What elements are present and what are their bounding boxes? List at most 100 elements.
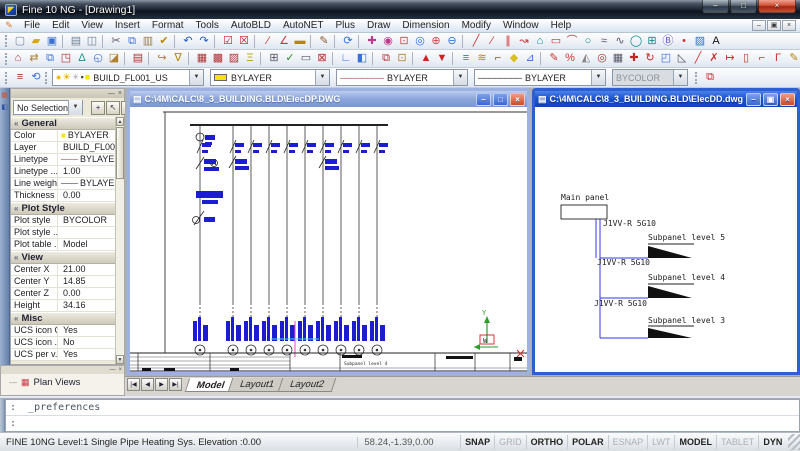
property-row[interactable]: Line weight───BYLAYER (11, 178, 115, 190)
print-icon[interactable]: ▤ (68, 34, 84, 49)
building-definition-icon[interactable]: ⌂ (10, 51, 26, 66)
revcloud-tool-icon[interactable]: ≈ (596, 34, 612, 49)
cell-edit-icon[interactable]: ⊠ (314, 51, 330, 66)
rectangle-tool-icon[interactable]: ▭ (548, 34, 564, 49)
paste-icon[interactable]: ▥ (140, 34, 156, 49)
mirror-icon[interactable]: ◭ (578, 51, 594, 66)
layer-lock-icon[interactable]: ▪ (81, 70, 84, 85)
palette-tab-icon[interactable]: ◧ (1, 103, 8, 111)
toolbar-grip[interactable] (5, 53, 7, 65)
section-misc[interactable]: «Misc (11, 312, 115, 325)
tab-next-button[interactable]: ▶ (155, 378, 168, 391)
check-icon[interactable]: ✓ (282, 51, 298, 66)
scroll-up-icon[interactable]: ▲ (116, 117, 124, 126)
window-tool-icon[interactable]: ◪ (106, 51, 122, 66)
chevron-down-icon[interactable]: ▼ (315, 70, 329, 85)
status-toggle[interactable]: GRID (494, 435, 526, 449)
drawing-setup-icon[interactable]: ⇄ (26, 51, 42, 66)
property-row[interactable]: Center Y14.85 (11, 276, 115, 288)
zoom-previous-icon[interactable]: ◎ (412, 34, 428, 49)
menu-item[interactable]: Dimension (396, 19, 455, 32)
child-titlebar[interactable]: ▤ C:\4M\CALC\8_3_BUILDING.BLD\ElecDD.dwg… (535, 91, 797, 107)
copy-properties-icon[interactable]: ⧉ (378, 51, 394, 66)
plot-style-manager-icon[interactable]: ⧉ (702, 70, 718, 85)
menu-item[interactable]: Window (497, 19, 545, 32)
child-minimize-button[interactable]: – (746, 93, 761, 106)
hatch-tool-icon[interactable]: ▨ (692, 34, 708, 49)
insert-block-icon[interactable]: ⊞ (644, 34, 660, 49)
trim-icon[interactable]: ✗ (706, 51, 722, 66)
pipe-icon[interactable]: ⌐ (490, 51, 506, 66)
section-plot-style[interactable]: «Plot Style (11, 202, 115, 215)
autohide-icon[interactable]: — (109, 367, 115, 373)
quick-select-plus-icon[interactable]: + (91, 101, 105, 115)
array-icon[interactable]: ▦ (610, 51, 626, 66)
circle-tool-icon[interactable]: ○ (580, 34, 596, 49)
zoom-realtime-icon[interactable]: ◉ (380, 34, 396, 49)
stretch-icon[interactable]: ◺ (674, 51, 690, 66)
zoom-window-icon[interactable]: ⊡ (396, 34, 412, 49)
mdi-minimize-icon[interactable]: – (752, 20, 766, 31)
drawing-canvas-elecdp[interactable]: Y W (130, 107, 527, 372)
status-toggle[interactable]: SNAP (460, 435, 494, 449)
layer-freeze-sun-icon[interactable]: ☀ (62, 70, 70, 85)
ellipse-tool-icon[interactable]: ◯ (628, 34, 644, 49)
color-combo[interactable]: BYLAYER ▼ (210, 69, 330, 86)
toolbar-grip[interactable] (5, 72, 9, 84)
lengthen-icon[interactable]: ╱ (690, 51, 706, 66)
status-toggle[interactable]: TABLET (716, 435, 758, 449)
filter-icon[interactable]: ∇ (170, 51, 186, 66)
menu-item[interactable]: Tools (190, 19, 225, 32)
child-restore-button[interactable]: ▣ (763, 93, 778, 106)
spline-tool-icon[interactable]: ∿ (612, 34, 628, 49)
copy-icon[interactable]: ⧉ (124, 34, 140, 49)
level-down-icon[interactable]: ▼ (434, 51, 450, 66)
toolbar-grip[interactable] (695, 72, 699, 84)
print-preview-icon[interactable]: ◫ (84, 34, 100, 49)
property-row[interactable]: Color■BYLAYER (11, 130, 115, 142)
regen-icon[interactable]: ⟳ (340, 34, 356, 49)
layer-on-bulb-icon[interactable]: ● (56, 70, 61, 85)
layers-manager-icon[interactable]: ⧉ (42, 51, 58, 66)
wall-tool-icon[interactable]: ◳ (58, 51, 74, 66)
extend-icon[interactable]: ↦ (722, 51, 738, 66)
match-properties-icon[interactable]: ✔ (156, 34, 172, 49)
wall-hatch3-icon[interactable]: ▨ (226, 51, 242, 66)
zoom-out-icon[interactable]: ⊖ (444, 34, 460, 49)
scale-icon[interactable]: ◰ (658, 51, 674, 66)
property-row[interactable]: Linetype───BYLAYER (11, 154, 115, 166)
point-tool-icon[interactable]: • (676, 34, 692, 49)
property-row[interactable]: Thickness0.00 (11, 190, 115, 202)
slab-tool-icon[interactable]: ▤ (130, 51, 146, 66)
minimize-button[interactable]: – (702, 0, 729, 13)
plan-views-item[interactable]: — ▦ Plan Views (1, 374, 124, 388)
wall-hatch1-icon[interactable]: ▦ (194, 51, 210, 66)
status-toggle[interactable]: DYN (758, 435, 786, 449)
menu-item[interactable]: Help (545, 19, 578, 32)
rotate-icon[interactable]: ↻ (642, 51, 658, 66)
plot-style-icon[interactable]: ☑ (220, 34, 236, 49)
level-up-icon[interactable]: ▲ (418, 51, 434, 66)
distance-icon[interactable]: ∕ (260, 34, 276, 49)
menu-item[interactable]: Plus (330, 19, 361, 32)
door-tool-icon[interactable]: ◵ (90, 51, 106, 66)
polyline-tool-icon[interactable]: ↝ (516, 34, 532, 49)
zoom-in-icon[interactable]: ⊕ (428, 34, 444, 49)
scroll-down-icon[interactable]: ▼ (116, 355, 124, 364)
xline-tool-icon[interactable]: ∕ (484, 34, 500, 49)
property-row[interactable]: UCS per v...Yes (11, 349, 115, 361)
text-tool-icon[interactable]: A (708, 34, 724, 49)
property-row[interactable]: Linetype ...1.00 (11, 166, 115, 178)
offset-icon[interactable]: ◎ (594, 51, 610, 66)
property-row[interactable]: UCS icon OnYes (11, 325, 115, 337)
palette-scrollbar[interactable]: ▲ ▼ (115, 117, 124, 364)
break-icon[interactable]: ▯ (738, 51, 754, 66)
status-toggle[interactable]: POLAR (567, 435, 608, 449)
menu-item[interactable]: AutoBLD (225, 19, 277, 32)
layer-levels-icon[interactable]: ≡ (458, 51, 474, 66)
wall-dimension-icon[interactable]: Ξ (242, 51, 258, 66)
status-toggle[interactable]: ESNAP (608, 435, 648, 449)
menu-item[interactable]: View (75, 19, 109, 32)
tab-prev-button[interactable]: ◀ (141, 378, 154, 391)
drawing-window-elecdp[interactable]: ▤ C:\4M\CALC\8_3_BUILDING.BLD\ElecDP.DWG… (127, 88, 530, 375)
